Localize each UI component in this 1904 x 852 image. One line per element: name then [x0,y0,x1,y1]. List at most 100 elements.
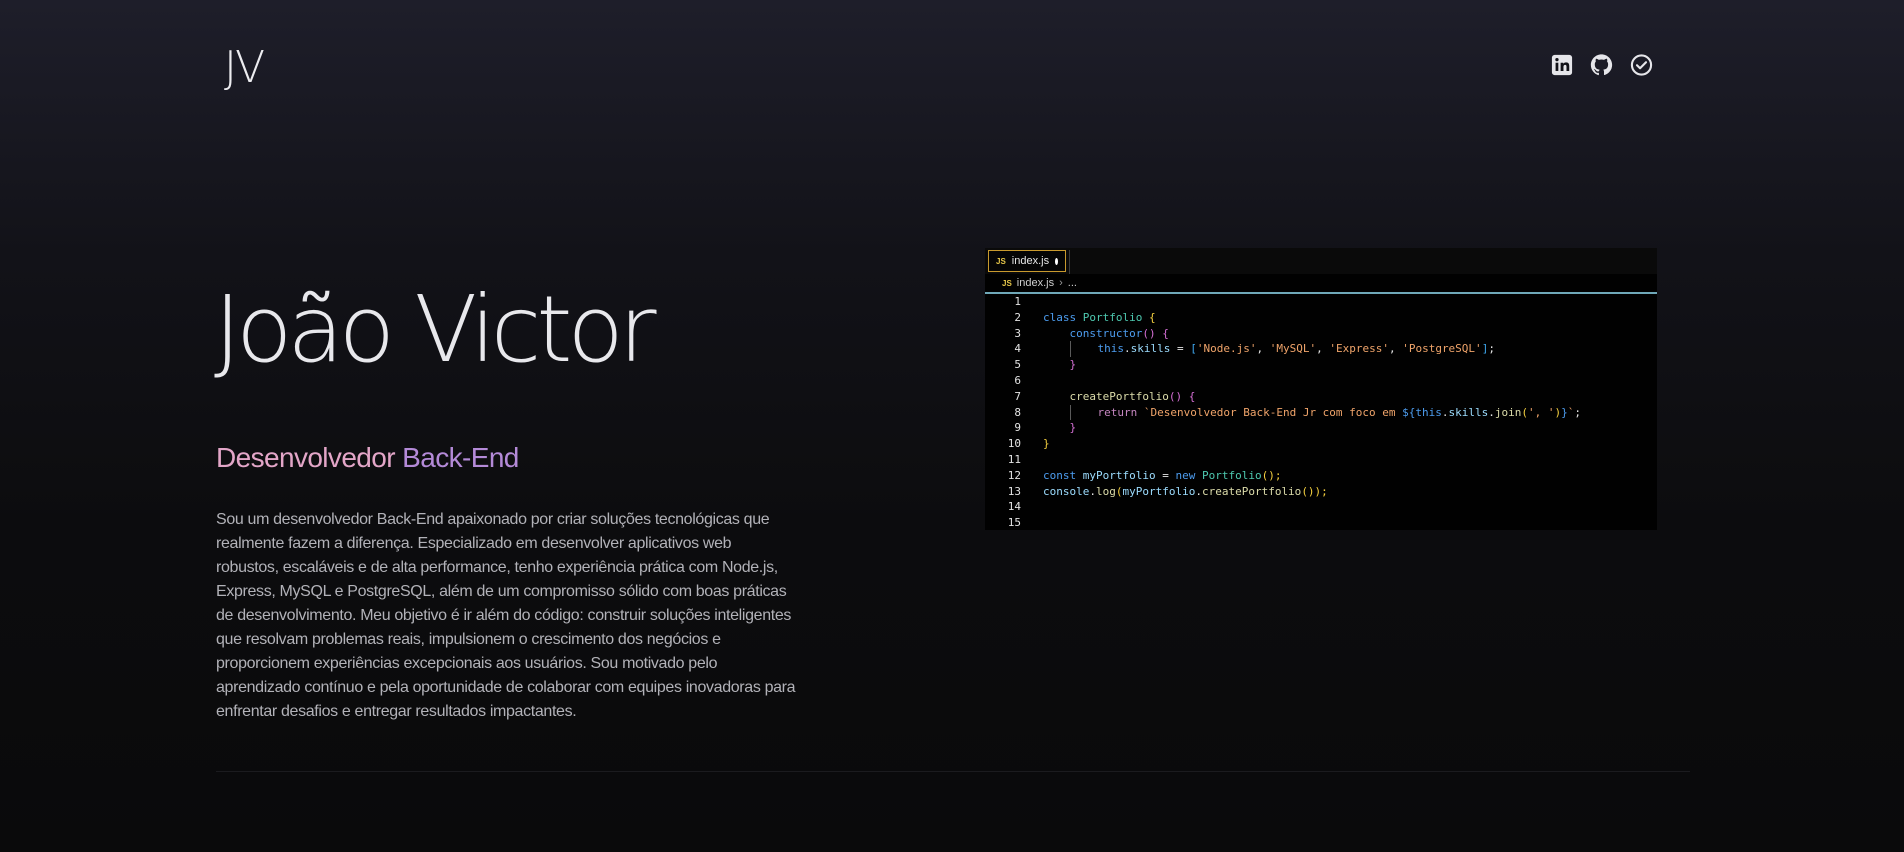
code-token: class [1043,310,1077,324]
code-line: 14 [985,499,1657,515]
line-number: 13 [1007,484,1021,498]
code-token: , [1256,342,1270,356]
chevron-right-icon: › [1059,277,1063,289]
site-logo[interactable]: JV [224,38,265,98]
line-number: 5 [1014,358,1021,372]
code-token: ()); [1301,484,1328,498]
code-token: myPortfolio [1122,484,1196,498]
code-token: = [1155,468,1176,482]
code-token: . [1441,405,1449,419]
code-token: 'Express' [1329,342,1389,356]
code-token: join [1494,405,1522,419]
code-token: createPortfolio [1069,389,1169,403]
code-token: () [1168,389,1183,403]
github-icon[interactable] [1590,53,1613,76]
code-line: 4 this.skills = ['Node.js', 'MySQL', 'Ex… [985,341,1657,357]
code-line: 8 return `Desenvolvedor Back-End Jr com … [985,404,1657,421]
breadcrumb-file[interactable]: index.js [1017,277,1054,289]
code-token: Portfolio [1082,310,1143,324]
code-line: 5 } [985,357,1657,373]
code-token: } [1561,405,1568,419]
code-area: 1 2 class Portfolio { 3 constructor() { 4… [985,294,1657,531]
code-token: return [1097,405,1138,419]
code-token: ${ [1402,405,1416,419]
code-token: . [1089,484,1096,498]
code-token: . [1124,342,1131,356]
code-token: ; [1488,342,1495,356]
code-token: createPortfolio [1201,484,1302,498]
line-number: 8 [1014,405,1021,419]
section-divider [216,771,1690,772]
code-token: [ [1190,342,1197,356]
code-line: 6 [985,373,1657,389]
code-token: , [1388,342,1403,356]
code-token: = [1170,342,1191,356]
code-token: (); [1261,468,1282,482]
code-token: { [1148,310,1156,324]
code-token: 'MySQL' [1269,342,1317,356]
social-links [1550,53,1653,76]
line-number: 4 [1014,342,1021,356]
unsaved-dot-icon [1055,257,1058,265]
code-line: 2 class Portfolio { [985,310,1657,326]
code-token: const [1043,468,1077,482]
code-line: 7 createPortfolio() { [985,389,1657,405]
code-token: } [1043,437,1050,451]
code-token: console [1043,484,1090,498]
code-token: 'PostgreSQL' [1402,342,1482,356]
line-number: 3 [1014,326,1021,340]
code-token: `Desenvolvedor Back-End Jr com foco em [1143,405,1403,419]
code-line: 10} [985,436,1657,452]
code-token: } [1069,421,1077,435]
code-token: skills [1448,405,1489,419]
code-token: constructor [1069,326,1143,340]
hero-name: João Victor [214,276,657,383]
check-circle-icon[interactable] [1630,53,1653,76]
code-token: new [1175,468,1196,482]
line-number: 7 [1014,389,1021,403]
code-line: 12 const myPortfolio = new Portfolio(); [985,468,1657,484]
tab-separator [1069,250,1070,274]
line-number: 6 [1014,373,1021,387]
code-token: } [1069,358,1077,372]
code-token: skills [1130,342,1171,356]
js-file-icon: JS [996,256,1006,266]
code-token: () [1142,326,1156,340]
code-line: 11 [985,452,1657,468]
code-token: , [1316,342,1330,356]
line-number: 9 [1014,421,1021,435]
role-word-developer: Desenvolvedor [216,442,396,473]
code-line: 15 [985,515,1657,531]
hero-role: Desenvolvedor Back-End [216,440,519,476]
indent-guide [1069,341,1098,357]
code-token: this [1097,342,1125,356]
code-line: 3 constructor() { [985,326,1657,342]
editor-tab-index-js[interactable]: JS index.js [988,250,1066,272]
line-number: 15 [1007,516,1021,530]
code-editor-preview: JS index.js JS index.js › ... 1 2 class P… [985,248,1657,530]
code-token: log [1095,484,1116,498]
code-line: 13 console.log(myPortfolio.createPortfoli… [985,484,1657,500]
code-token: { [1188,389,1196,403]
code-line: 1 [985,294,1657,310]
code-line: 9 } [985,420,1657,436]
code-token: . [1195,484,1202,498]
linkedin-icon[interactable] [1550,53,1573,76]
line-number: 2 [1014,310,1021,324]
code-token: Portfolio [1201,468,1262,482]
breadcrumb-symbols[interactable]: ... [1068,277,1077,289]
editor-breadcrumb: JS index.js › ... [985,274,1657,294]
js-file-icon: JS [1002,278,1012,288]
code-token: . [1488,405,1495,419]
code-token: ; [1574,405,1582,419]
code-token: ', ' [1528,405,1555,419]
indent-guide [1069,404,1098,421]
line-number: 1 [1014,295,1021,308]
line-number: 14 [1007,500,1021,514]
line-number: 10 [1007,437,1021,451]
editor-tab-bar: JS index.js [985,248,1657,274]
code-token: myPortfolio [1082,468,1156,482]
role-word-backend: Back-End [402,442,519,473]
code-token: this [1415,405,1442,419]
line-number: 11 [1007,452,1021,466]
